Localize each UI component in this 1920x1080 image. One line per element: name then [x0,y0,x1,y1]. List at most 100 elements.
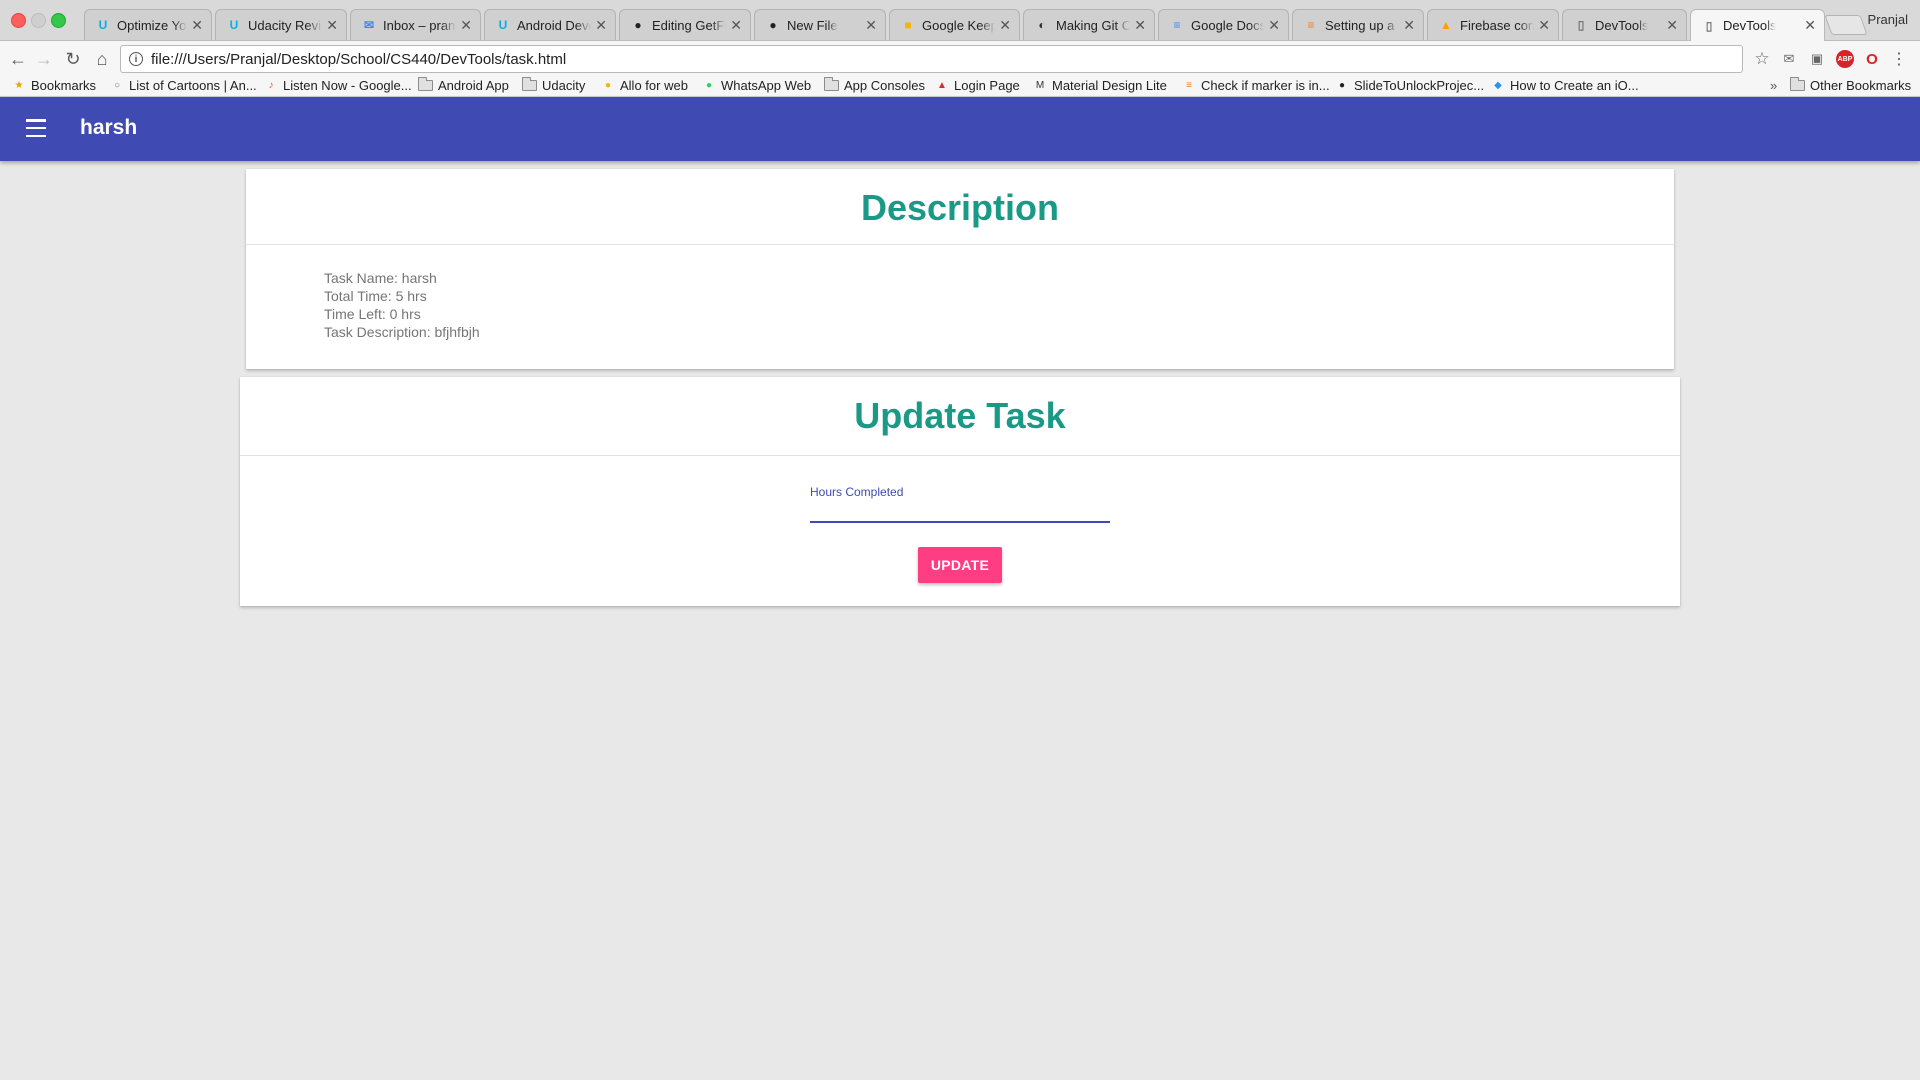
bookmark-item[interactable]: Android App [418,77,509,93]
bookmark-label: Material Design Lite [1052,78,1167,93]
bookmarks-overflow-icon[interactable]: » [1770,78,1777,93]
more-menu-icon[interactable]: ⋮ [1890,50,1908,68]
folder-icon [418,77,433,91]
minimize-window-button[interactable] [31,13,46,28]
tab-title: Udacity Review [248,17,322,33]
profile-name[interactable]: Pranjal [1868,12,1908,27]
other-bookmarks-label[interactable]: Other Bookmarks [1810,78,1911,93]
browser-tab[interactable]: ● New File ✕ [754,9,886,40]
bookmark-item[interactable]: ◆ How to Create an iO... [1491,78,1638,93]
address-url[interactable]: file:///Users/Pranjal/Desktop/School/CS4… [151,51,566,68]
mail-extension-icon[interactable]: ✉ [1780,50,1798,68]
app-title: harsh [80,116,138,139]
forward-icon[interactable]: → [33,48,55,70]
close-tab-icon[interactable]: ✕ [1403,17,1415,34]
inbox-icon: ✉ [363,18,375,32]
browser-tab[interactable]: ▯ DevTools ✕ [1690,9,1825,41]
browser-tab[interactable]: ≡ Google Docs ✕ [1158,9,1289,40]
bookmark-item[interactable]: App Consoles [824,77,925,93]
extension-icon[interactable]: ▣ [1808,50,1826,68]
close-tab-icon[interactable]: ✕ [1134,17,1146,34]
browser-tab[interactable]: ■ Google Keep ✕ [889,9,1020,40]
udacity-icon: U [98,18,108,32]
close-tab-icon[interactable]: ✕ [191,17,203,34]
stackoverflow-icon: ≡ [1307,18,1315,32]
bookmark-label: Udacity [542,78,586,93]
bookmark-label: List of Cartoons | An... [129,78,257,93]
back-icon[interactable]: ← [7,48,29,70]
tab-title: DevTools [1723,18,1777,33]
star-icon: ★ [14,80,24,91]
bookmark-item[interactable]: M Material Design Lite [1033,78,1167,93]
close-tab-icon[interactable]: ✕ [865,17,877,34]
page-icon: ▯ [1705,18,1713,33]
folder-icon [1790,77,1805,91]
hours-completed-field[interactable]: Hours Completed [810,485,1110,525]
tab-title: Google Docs [1191,17,1264,33]
task-description-text: Task Description: bfjhfbjh [324,324,480,340]
opera-icon[interactable]: O [1863,50,1881,68]
bookmark-item[interactable]: ● SlideToUnlockProjec... [1335,78,1484,93]
music-icon: ♪ [268,80,274,91]
close-tab-icon[interactable]: ✕ [1268,17,1280,34]
reload-icon[interactable]: ↻ [62,48,84,70]
new-tab-button[interactable] [1824,15,1868,35]
browser-tab[interactable]: ◐ Making Git Co✕ [1023,9,1155,40]
bookmark-item[interactable]: ♪ Listen Now - Google... [264,78,412,93]
browser-tab[interactable]: U Optimize Your✕ [84,9,212,40]
close-tab-icon[interactable]: ✕ [460,17,472,34]
info-icon[interactable]: i [129,52,143,66]
hamburger-menu-icon[interactable] [26,119,46,137]
close-tab-icon[interactable]: ✕ [1538,17,1550,34]
close-tab-icon[interactable]: ✕ [1804,17,1816,34]
maximize-window-button[interactable] [51,13,66,28]
close-tab-icon[interactable]: ✕ [326,17,338,34]
mdl-icon: M [1035,80,1045,91]
total-time-text: Total Time: 5 hrs [324,288,427,304]
bookmark-item[interactable]: ≡ Check if marker is in... [1182,78,1330,93]
update-button[interactable]: UPDATE [918,547,1002,583]
close-tab-icon[interactable]: ✕ [999,17,1011,34]
browser-tab[interactable]: U Android Devel ✕ [484,9,616,40]
tab-title: Android Devel [517,17,591,33]
other-bookmarks[interactable]: Other Bookmarks [1790,77,1911,93]
allo-icon: ● [604,80,612,91]
close-window-button[interactable] [11,13,26,28]
browser-tab[interactable]: ● Editing GetFit ✕ [619,9,751,40]
git-icon: ◐ [1038,18,1046,32]
bookmark-label: Android App [438,78,509,93]
bookmarks-bar: ★ Bookmarks ○ List of Cartoons | An... ♪ List… [0,77,1920,97]
browser-tab[interactable]: U Udacity Review✕ [215,9,347,40]
tab-title: DevTools [1595,17,1649,33]
bookmark-item[interactable]: ○ List of Cartoons | An... [110,78,257,93]
bookmark-item[interactable]: ● Allo for web [601,78,688,93]
browser-tab[interactable]: ≡ Setting up a g ✕ [1292,9,1424,40]
input-underline [810,521,1110,523]
firebase-icon: ▲ [1440,18,1452,32]
close-tab-icon[interactable]: ✕ [595,17,607,34]
bookmark-label: Bookmarks [31,78,97,93]
divider [246,244,1674,245]
tab-title: Setting up a g [1325,17,1399,33]
home-icon[interactable]: ⌂ [91,48,113,70]
browser-tab[interactable]: ▯ DevTools ✕ [1562,9,1687,40]
bookmark-item[interactable]: ● WhatsApp Web [702,78,811,93]
whatsapp-icon: ● [705,80,713,91]
bookmark-star-icon[interactable]: ☆ [1753,49,1771,68]
bookmark-item[interactable]: ▲ Login Page [935,78,1020,93]
address-bar[interactable]: i file:///Users/Pranjal/Desktop/School/C… [120,45,1743,73]
update-task-heading: Update Task [854,395,1066,436]
close-tab-icon[interactable]: ✕ [1666,17,1678,34]
udacity-icon: U [229,18,239,32]
close-tab-icon[interactable]: ✕ [730,17,742,34]
bookmark-item[interactable]: Udacity [522,77,586,93]
bookmark-item[interactable]: ★ Bookmarks [12,78,97,93]
bookmark-label: Check if marker is in... [1201,78,1330,93]
browser-tab[interactable]: ▲ Firebase cons ✕ [1427,9,1559,40]
bookmark-label: WhatsApp Web [721,78,812,93]
hours-completed-input[interactable] [810,499,1110,521]
update-task-card: Update Task Hours Completed UPDATE [240,377,1680,606]
time-left-text: Time Left: 0 hrs [324,306,421,322]
browser-tab[interactable]: ✉ Inbox – pranjal✕ [350,9,481,40]
adblock-icon[interactable]: ABP [1836,50,1854,68]
